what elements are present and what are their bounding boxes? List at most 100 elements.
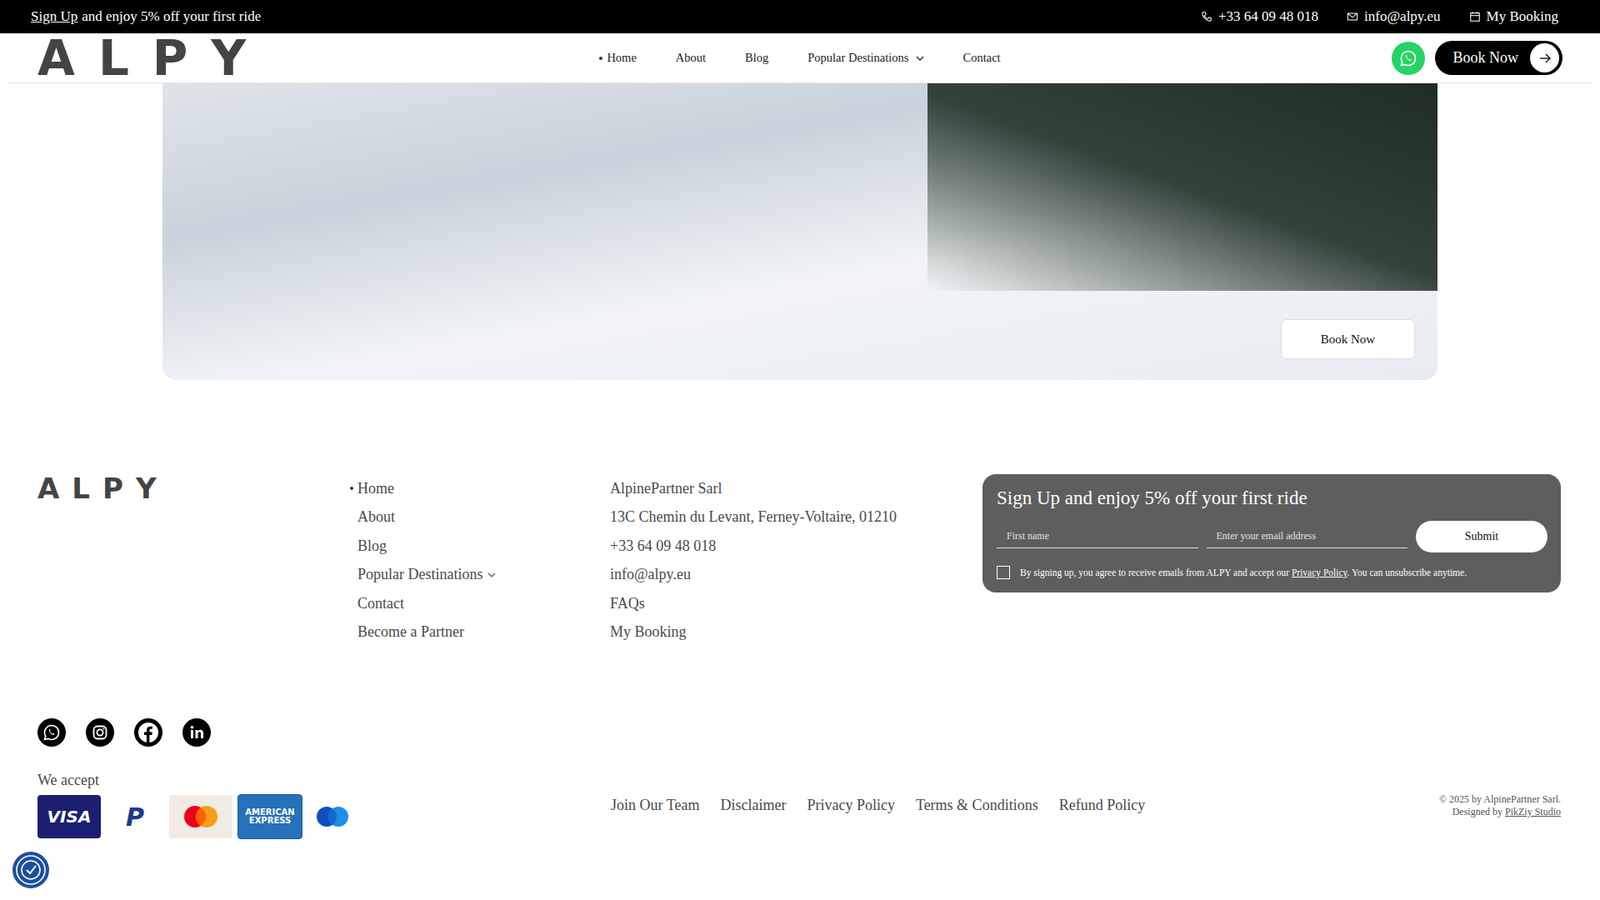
- legal-link[interactable]: Disclaimer: [720, 796, 786, 815]
- copyright: © 2025 by AlpinePartner Sarl.: [1439, 793, 1561, 806]
- footer-bottom: We accept VISA P AMERICAN EXPRESS Join Our…: [37, 771, 1561, 840]
- nav-item[interactable]: About: [668, 50, 706, 65]
- company-line[interactable]: FAQs: [610, 589, 983, 619]
- company-line[interactable]: AlpinePartner Sarl: [610, 474, 983, 504]
- submit-button[interactable]: Submit: [1415, 520, 1548, 553]
- footer-nav-item[interactable]: Home: [350, 474, 610, 504]
- footer-nav-label: Popular Destinations: [357, 565, 484, 584]
- maestro-card: [307, 795, 358, 839]
- active-dot: [350, 486, 354, 490]
- paypal-card: P: [105, 795, 165, 839]
- chevron-down-icon: [915, 55, 925, 61]
- designer-credit: Designed by PikZiy Studio: [1439, 805, 1561, 819]
- instagram-link[interactable]: [85, 718, 115, 747]
- mastercard-icon: [175, 800, 226, 834]
- linkedin-link[interactable]: [182, 718, 211, 747]
- active-dot: [599, 56, 603, 60]
- nav-item[interactable]: Home: [599, 50, 636, 65]
- nav-item[interactable]: Popular Destinations: [800, 50, 924, 65]
- signup-row: Submit: [996, 520, 1548, 553]
- privacy-link[interactable]: Privacy Policy: [1291, 567, 1348, 578]
- bullet-slot: [599, 56, 605, 60]
- nav-label: About: [675, 50, 706, 65]
- company-line[interactable]: 13C Chemin du Levant, Ferney-Voltaire, 0…: [610, 503, 983, 533]
- facebook-icon: [134, 718, 163, 747]
- designer-link[interactable]: PikZiy Studio: [1505, 805, 1561, 818]
- credits: © 2025 by AlpinePartner Sarl. Designed b…: [1439, 793, 1561, 840]
- legal-link[interactable]: Terms & Conditions: [915, 796, 1039, 815]
- consent-text: By signing up, you agree to receive emai…: [1020, 567, 1467, 578]
- hero-book-now-button[interactable]: Book Now: [1280, 319, 1415, 360]
- nav-label: Home: [606, 50, 636, 65]
- book-now-label: Book Now: [1452, 49, 1519, 67]
- footer-top: ALPY Home About Blog Popular Destination…: [37, 474, 1561, 647]
- whatsapp-button[interactable]: [1391, 41, 1425, 75]
- signup-input[interactable]: [996, 525, 1199, 549]
- social-links: [37, 718, 1561, 747]
- footer-nav-item[interactable]: Blog: [350, 531, 610, 561]
- footer-nav-item[interactable]: Contact: [350, 589, 610, 619]
- nav-label: Blog: [745, 50, 769, 65]
- legal-link[interactable]: Privacy Policy: [806, 796, 895, 815]
- promo: Sign Up and enjoy 5% off your first ride: [30, 8, 261, 25]
- company-line[interactable]: info@alpy.eu: [610, 560, 983, 590]
- arrow-circle: [1530, 43, 1560, 73]
- linkedin-icon: [182, 718, 211, 747]
- accessibility-button[interactable]: [12, 851, 50, 889]
- bullet-slot: [350, 486, 358, 490]
- hero-image: Book Now: [162, 83, 1438, 380]
- top-bar: Sign Up and enjoy 5% off your first ride…: [0, 0, 1600, 34]
- legal-links: Join Our Team Disclaimer Privacy Policy Ter…: [610, 796, 1145, 840]
- footer-nav-item[interactable]: About: [350, 503, 610, 533]
- contact-link[interactable]: info@alpy.eu: [1346, 8, 1441, 25]
- payments-title: We accept: [37, 771, 611, 790]
- nav-label: Popular Destinations: [807, 50, 909, 65]
- instagram-icon: [85, 718, 115, 747]
- footer-nav-label: Blog: [357, 537, 387, 555]
- footer-nav-label: Become a Partner: [357, 623, 465, 641]
- footer-nav-item[interactable]: Popular Destinations: [350, 560, 610, 590]
- company-info: AlpinePartner Sarl13C Chemin du Levant, …: [610, 474, 983, 647]
- contact-label: info@alpy.eu: [1364, 8, 1441, 25]
- nav-item[interactable]: Contact: [955, 50, 1001, 65]
- contacts: +33 64 09 48 018 info@alpy.eu My Booking: [1200, 8, 1559, 25]
- company-line[interactable]: My Booking: [610, 618, 983, 648]
- signup-card: Sign Up and enjoy 5% off your first ride…: [982, 474, 1561, 593]
- consent-checkbox[interactable]: [996, 565, 1010, 580]
- header: ALPY Home About Blog Popular Destination…: [6, 33, 1594, 84]
- legal-link[interactable]: Refund Policy: [1059, 796, 1146, 815]
- contact-label: My Booking: [1486, 8, 1559, 25]
- consent-row: By signing up, you agree to receive emai…: [996, 565, 1548, 580]
- footer-nav-label: Home: [357, 480, 395, 498]
- payment-cards: VISA P AMERICAN EXPRESS: [37, 794, 611, 840]
- maestro-icon: [307, 800, 358, 834]
- paypal-mark: P: [125, 802, 145, 832]
- amex-card: AMERICAN EXPRESS: [237, 794, 303, 840]
- nav-label: Contact: [963, 50, 1001, 65]
- whatsapp-link[interactable]: [37, 718, 66, 747]
- calendar-icon: [1469, 10, 1481, 23]
- phone-icon: [1200, 10, 1213, 23]
- page: Sign Up and enjoy 5% off your first ride…: [0, 0, 1600, 900]
- footer-nav-label: About: [357, 508, 395, 526]
- contact-link[interactable]: My Booking: [1469, 8, 1559, 25]
- visa-card: VISA: [37, 795, 101, 839]
- legal-link[interactable]: Join Our Team: [610, 796, 700, 815]
- accessibility-icon: [12, 851, 50, 889]
- book-now-button[interactable]: Book Now: [1435, 40, 1563, 75]
- footer: ALPY Home About Blog Popular Destination…: [0, 380, 1600, 890]
- nav-item[interactable]: Blog: [737, 50, 769, 65]
- footer-nav-label: Contact: [357, 595, 405, 613]
- company-line[interactable]: +33 64 09 48 018: [610, 531, 983, 561]
- promo-link[interactable]: Sign Up: [30, 8, 78, 25]
- signup-input[interactable]: [1206, 525, 1409, 549]
- contact-link[interactable]: +33 64 09 48 018: [1200, 8, 1319, 25]
- mastercard-card: [169, 795, 233, 839]
- payments: We accept VISA P AMERICAN EXPRESS: [37, 771, 611, 840]
- facebook-link[interactable]: [134, 718, 163, 747]
- main-nav: Home About Blog Popular Destinations Con…: [599, 50, 1000, 65]
- footer-nav-item[interactable]: Become a Partner: [350, 618, 610, 648]
- footer-logo[interactable]: ALPY: [37, 474, 350, 503]
- logo[interactable]: ALPY: [37, 34, 600, 83]
- contact-label: +33 64 09 48 018: [1218, 8, 1319, 25]
